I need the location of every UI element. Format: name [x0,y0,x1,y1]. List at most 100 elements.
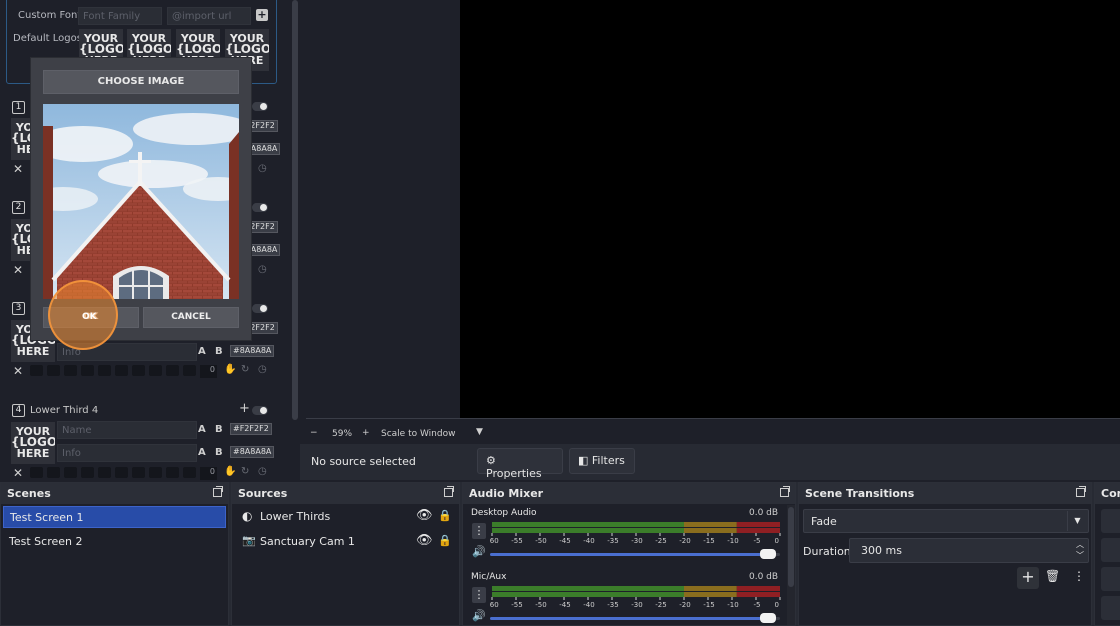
font-icon[interactable]: A [198,346,206,357]
scale-mode-select[interactable]: Scale to Window [381,429,455,439]
animation-icon[interactable]: ✋ [224,466,236,477]
meter-zone [736,592,780,597]
app-window: Custom Font Font Family @import url + De… [0,0,1120,626]
chevron-down-icon[interactable]: ▼ [476,427,483,437]
meter-scale-label: -50 [535,601,546,609]
popout-icon[interactable] [213,486,223,497]
left-panel-scrollbar[interactable] [290,0,300,482]
remove-icon[interactable]: ✕ [13,263,23,277]
mixer-scrollbar[interactable] [787,505,795,625]
refresh-icon[interactable]: ↻ [241,364,249,375]
meter-scale-label: -10 [727,537,738,545]
volume-slider[interactable] [490,549,780,559]
lower-third-number: 3 [12,302,25,315]
control-button[interactable] [1101,596,1120,620]
program-canvas[interactable] [460,0,1120,418]
color-swatches [30,467,210,480]
source-item[interactable]: 📷 Sanctuary Cam 1 👁 🔒 [234,531,457,553]
chevron-up-icon[interactable]: ︿ [1076,539,1084,550]
volume-fill [490,553,775,556]
properties-button[interactable]: ⚙ Properties [477,448,563,480]
lock-icon[interactable]: 🔒 [438,509,452,522]
chevron-down-icon[interactable]: ﹀ [1076,550,1084,561]
volume-knob[interactable] [760,613,777,623]
no-source-label: No source selected [311,455,416,468]
lower-third-title: Lower Third 4 [30,405,99,416]
source-item[interactable]: ◐ Lower Thirds 👁 🔒 [234,506,457,528]
lower-third-toggle[interactable] [252,406,268,415]
remove-icon[interactable]: ✕ [13,162,23,176]
channel-level: 0.0 dB [749,572,779,582]
font-family-input[interactable]: Font Family [78,7,162,25]
timer-icon[interactable]: ◷ [258,364,267,375]
add-icon[interactable]: + [239,401,250,416]
chevron-down-icon: ▼ [1067,511,1087,531]
lock-icon[interactable]: 🔒 [438,534,452,547]
bold-icon[interactable]: B [215,447,223,458]
more-options-icon[interactable]: ⋮ [1073,569,1085,583]
refresh-icon[interactable]: ↻ [241,466,249,477]
info-color-hex[interactable]: #8A8A8A [230,345,275,357]
source-toolbar: No source selected ⚙ Properties ◧ Filter… [300,444,1120,480]
lower-third-toggle[interactable] [252,203,268,212]
cancel-button[interactable]: CANCEL [143,307,239,328]
trash-icon[interactable]: 🗑 [1045,569,1060,583]
meter-zone [492,522,684,527]
info-color-hex[interactable]: #8A8A8A [230,446,275,458]
meter-scale-label: -45 [559,601,570,609]
animation-icon[interactable]: ✋ [224,364,236,375]
control-button[interactable] [1101,509,1120,533]
control-button[interactable] [1101,567,1120,591]
info-input[interactable]: Info [57,444,197,462]
meter-scale-label: -55 [511,537,522,545]
lower-third-toggle[interactable] [252,102,268,111]
font-icon[interactable]: A [198,424,206,435]
meter-scale-label: -20 [679,601,690,609]
import-url-input[interactable]: @import url [167,7,251,25]
choose-image-button[interactable]: CHOOSE IMAGE [43,70,239,94]
add-font-icon[interactable]: + [256,9,268,21]
meter-scale-label: -30 [631,601,642,609]
popout-icon[interactable] [1076,486,1086,497]
duration-spinner[interactable]: 0 [200,365,217,378]
font-icon[interactable]: A [198,447,206,458]
remove-icon[interactable]: ✕ [13,466,23,480]
bold-icon[interactable]: B [215,346,223,357]
popout-icon[interactable] [444,486,454,497]
control-button[interactable] [1101,538,1120,562]
more-options-icon[interactable]: ⋮ [472,587,486,603]
meter-zone [684,528,737,533]
scene-item[interactable]: Test Screen 2 [3,531,226,553]
zoom-in-button[interactable]: + [362,428,370,438]
timer-icon[interactable]: ◷ [258,466,267,477]
volume-icon[interactable]: 🔊 [472,609,486,622]
duration-spinner[interactable]: 0 [200,467,217,480]
eye-icon[interactable]: 👁 [416,533,433,548]
scene-transitions-dock: Scene Transitions Fade ▼ Duration 300 ms… [798,482,1092,626]
timer-icon[interactable]: ◷ [258,264,267,275]
name-input[interactable]: Name [57,421,197,439]
add-transition-button[interactable]: + [1017,567,1039,589]
meter-scale-label: -35 [607,601,618,609]
filters-button[interactable]: ◧ Filters [569,448,635,474]
scene-item[interactable]: Test Screen 1 [3,506,226,528]
eye-icon[interactable]: 👁 [416,508,433,523]
zoom-out-button[interactable]: − [310,428,318,438]
meter-scale-label: -25 [655,601,666,609]
lower-third-logo[interactable]: YOUR{LOGO}HERE [11,422,55,464]
name-color-hex[interactable]: #F2F2F2 [230,423,272,435]
meter-zone [492,528,684,533]
volume-knob[interactable] [760,549,777,559]
volume-slider[interactable] [490,613,780,623]
lower-third-number: 1 [12,101,25,114]
lower-third-toggle[interactable] [252,304,268,313]
more-options-icon[interactable]: ⋮ [472,523,486,539]
popout-icon[interactable] [780,486,790,497]
remove-icon[interactable]: ✕ [13,364,23,378]
bold-icon[interactable]: B [215,424,223,435]
timer-icon[interactable]: ◷ [258,163,267,174]
transition-select[interactable]: Fade ▼ [803,509,1089,533]
channel-level: 0.0 dB [749,508,779,518]
volume-icon[interactable]: 🔊 [472,545,486,558]
duration-input[interactable]: 300 ms ︿ ﹀ [849,538,1089,563]
